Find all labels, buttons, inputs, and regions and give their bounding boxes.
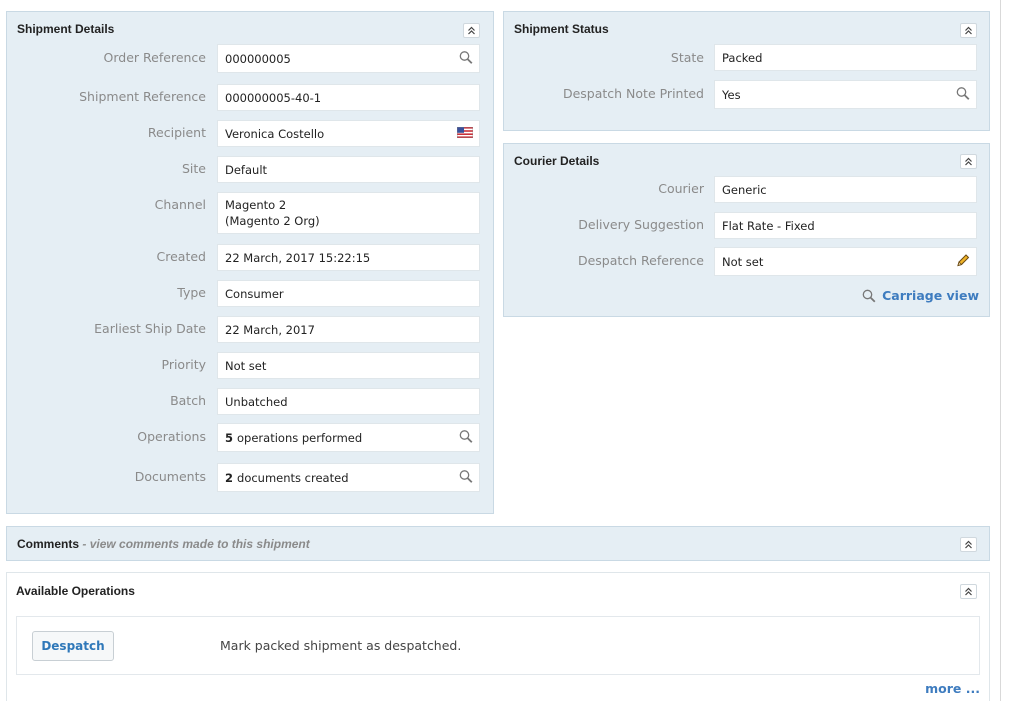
shipment-status-title: Shipment Status <box>514 22 609 36</box>
priority-value: Not set <box>225 358 267 373</box>
pencil-edit-icon[interactable] <box>956 253 970 270</box>
operations-label: Operations <box>137 429 206 444</box>
batch-label: Batch <box>170 393 206 408</box>
available-operations-collapse-button[interactable] <box>960 584 977 599</box>
channel-value-line2: (Magento 2 Org) <box>225 214 320 228</box>
courier-label: Courier <box>658 181 704 196</box>
shipment-reference-label: Shipment Reference <box>79 89 206 104</box>
available-operations-title: Available Operations <box>16 584 135 598</box>
search-icon[interactable] <box>956 86 970 103</box>
earliest-ship-date-field: 22 March, 2017 <box>217 316 480 343</box>
channel-field: Magento 2 (Magento 2 Org) <box>217 192 480 234</box>
batch-value: Unbatched <box>225 394 288 409</box>
recipient-field: Veronica Costello <box>217 120 480 147</box>
documents-label: Documents <box>134 469 206 484</box>
despatch-reference-value: Not set <box>722 254 764 269</box>
courier-field: Generic <box>714 176 977 203</box>
site-label: Site <box>182 161 206 176</box>
channel-label: Channel <box>154 197 206 212</box>
recipient-value: Veronica Costello <box>225 126 325 141</box>
state-value: Packed <box>722 50 763 65</box>
search-icon[interactable] <box>459 429 473 446</box>
collapse-up-icon <box>468 26 475 35</box>
despatch-description: Mark packed shipment as despatched. <box>220 638 462 653</box>
despatch-note-printed-label: Despatch Note Printed <box>562 86 704 101</box>
shipment-details-panel: Shipment Details Order Reference 0000000… <box>6 11 494 514</box>
page-scroll-edge <box>1000 0 1001 701</box>
shipment-status-collapse-button[interactable] <box>960 23 977 38</box>
us-flag-icon <box>456 126 474 141</box>
delivery-suggestion-field: Flat Rate - Fixed <box>714 212 977 239</box>
despatch-reference-label: Despatch Reference <box>577 253 704 268</box>
carriage-view-link[interactable]: Carriage view <box>862 288 979 303</box>
documents-value: documents created <box>237 470 349 485</box>
type-value: Consumer <box>225 286 284 301</box>
state-field: Packed <box>714 44 977 71</box>
shipment-status-panel: Shipment Status State Packed Despatch No… <box>503 11 990 131</box>
order-reference-label: Order Reference <box>103 50 206 65</box>
batch-field: Unbatched <box>217 388 480 415</box>
courier-value: Generic <box>722 182 767 197</box>
shipment-details-collapse-button[interactable] <box>463 23 480 38</box>
operations-count: 5 <box>225 430 234 445</box>
more-link[interactable]: more ... <box>925 681 980 696</box>
order-reference-value: 000000005 <box>225 51 291 66</box>
state-label: State <box>670 50 704 65</box>
documents-field[interactable]: 2 documents created <box>217 463 480 492</box>
site-value: Default <box>225 162 268 177</box>
courier-details-collapse-button[interactable] <box>960 154 977 169</box>
priority-field: Not set <box>217 352 480 379</box>
courier-details-title: Courier Details <box>514 154 600 168</box>
collapse-up-icon <box>965 157 972 166</box>
despatch-note-printed-value: Yes <box>722 87 741 102</box>
courier-details-panel: Courier Details Courier Generic Delivery… <box>503 143 990 317</box>
created-value: 22 March, 2017 15:22:15 <box>225 250 371 265</box>
type-label: Type <box>177 285 206 300</box>
operations-value: operations performed <box>237 430 363 445</box>
site-field: Default <box>217 156 480 183</box>
shipment-details-title: Shipment Details <box>17 22 115 36</box>
despatch-button[interactable]: Despatch <box>32 631 114 661</box>
search-icon[interactable] <box>459 50 473 67</box>
earliest-ship-date-value: 22 March, 2017 <box>225 322 315 337</box>
earliest-ship-date-label: Earliest Ship Date <box>94 321 206 336</box>
search-icon <box>862 289 876 302</box>
order-reference-field[interactable]: 000000005 <box>217 44 480 73</box>
shipment-reference-field: 000000005-40-1 <box>217 84 480 111</box>
despatch-reference-field[interactable]: Not set <box>714 247 977 276</box>
collapse-up-icon <box>965 26 972 35</box>
search-icon[interactable] <box>459 469 473 486</box>
comments-collapse-button[interactable] <box>960 537 977 552</box>
carriage-view-label: Carriage view <box>882 288 979 303</box>
delivery-suggestion-label: Delivery Suggestion <box>578 217 704 232</box>
channel-value-line1: Magento 2 <box>225 198 287 212</box>
created-label: Created <box>156 249 206 264</box>
shipment-reference-value: 000000005-40-1 <box>225 90 322 105</box>
comments-panel: Comments - view comments made to this sh… <box>6 526 990 561</box>
operation-row: Despatch Mark packed shipment as despatc… <box>16 616 980 675</box>
comments-title-wrap[interactable]: Comments - view comments made to this sh… <box>17 537 310 551</box>
created-field: 22 March, 2017 15:22:15 <box>217 244 480 271</box>
comments-title: Comments <box>17 537 80 551</box>
priority-label: Priority <box>161 357 207 372</box>
comments-subtitle: - view comments made to this shipment <box>82 537 310 551</box>
collapse-up-icon <box>965 587 972 596</box>
available-operations-panel: Available Operations Despatch Mark packe… <box>6 572 990 701</box>
operations-field[interactable]: 5 operations performed <box>217 423 480 452</box>
delivery-suggestion-value: Flat Rate - Fixed <box>722 218 815 233</box>
despatch-note-printed-field[interactable]: Yes <box>714 80 977 109</box>
collapse-up-icon <box>965 540 972 549</box>
recipient-label: Recipient <box>147 125 206 140</box>
type-field: Consumer <box>217 280 480 307</box>
documents-count: 2 <box>225 470 234 485</box>
